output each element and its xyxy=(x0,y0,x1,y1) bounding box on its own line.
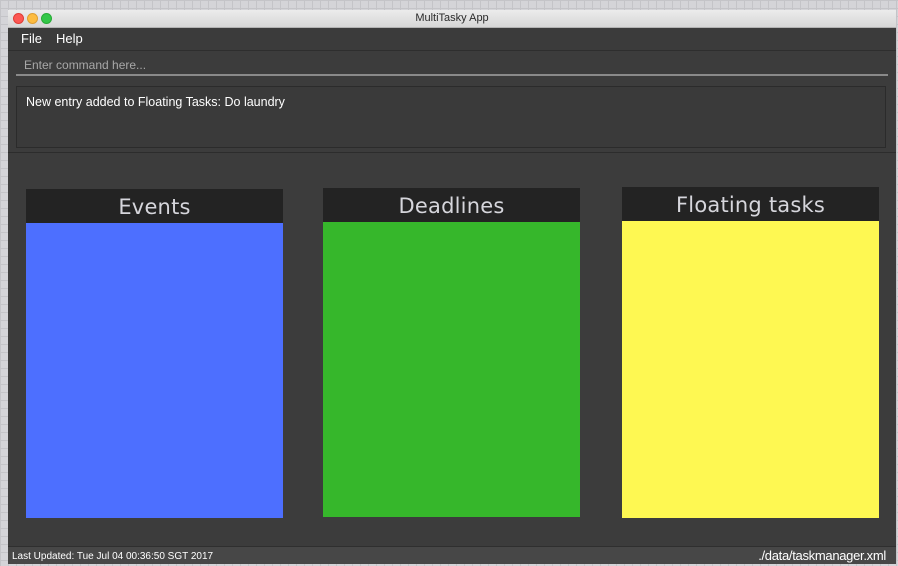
events-panel-title: Events xyxy=(26,189,283,223)
floating-tasks-panel: Floating tasks xyxy=(622,187,879,518)
last-updated-status: Last Updated: Tue Jul 04 00:36:50 SGT 20… xyxy=(12,551,214,562)
divider xyxy=(8,152,896,153)
deadlines-panel-title: Deadlines xyxy=(323,188,580,222)
result-message: New entry added to Floating Tasks: Do la… xyxy=(26,95,285,109)
save-location-status: ./data/taskmanager.xml xyxy=(758,548,886,563)
command-input[interactable] xyxy=(16,54,888,76)
deadlines-list[interactable] xyxy=(323,222,580,517)
title-bar[interactable]: MultiTasky App xyxy=(8,10,896,28)
menu-bar: File Help xyxy=(8,28,896,51)
menu-help[interactable]: Help xyxy=(56,31,83,46)
menu-file[interactable]: File xyxy=(21,31,42,46)
floating-tasks-list[interactable] xyxy=(622,221,879,518)
result-display: New entry added to Floating Tasks: Do la… xyxy=(16,86,886,148)
events-list[interactable] xyxy=(26,223,283,518)
window-title: MultiTasky App xyxy=(415,12,489,24)
floating-tasks-panel-title: Floating tasks xyxy=(622,187,879,221)
events-panel: Events xyxy=(26,189,283,518)
deadlines-panel: Deadlines xyxy=(323,188,580,517)
status-bar: Last Updated: Tue Jul 04 00:36:50 SGT 20… xyxy=(8,546,896,564)
app-window: MultiTasky App File Help New entry added… xyxy=(8,10,896,564)
command-box xyxy=(16,54,888,76)
